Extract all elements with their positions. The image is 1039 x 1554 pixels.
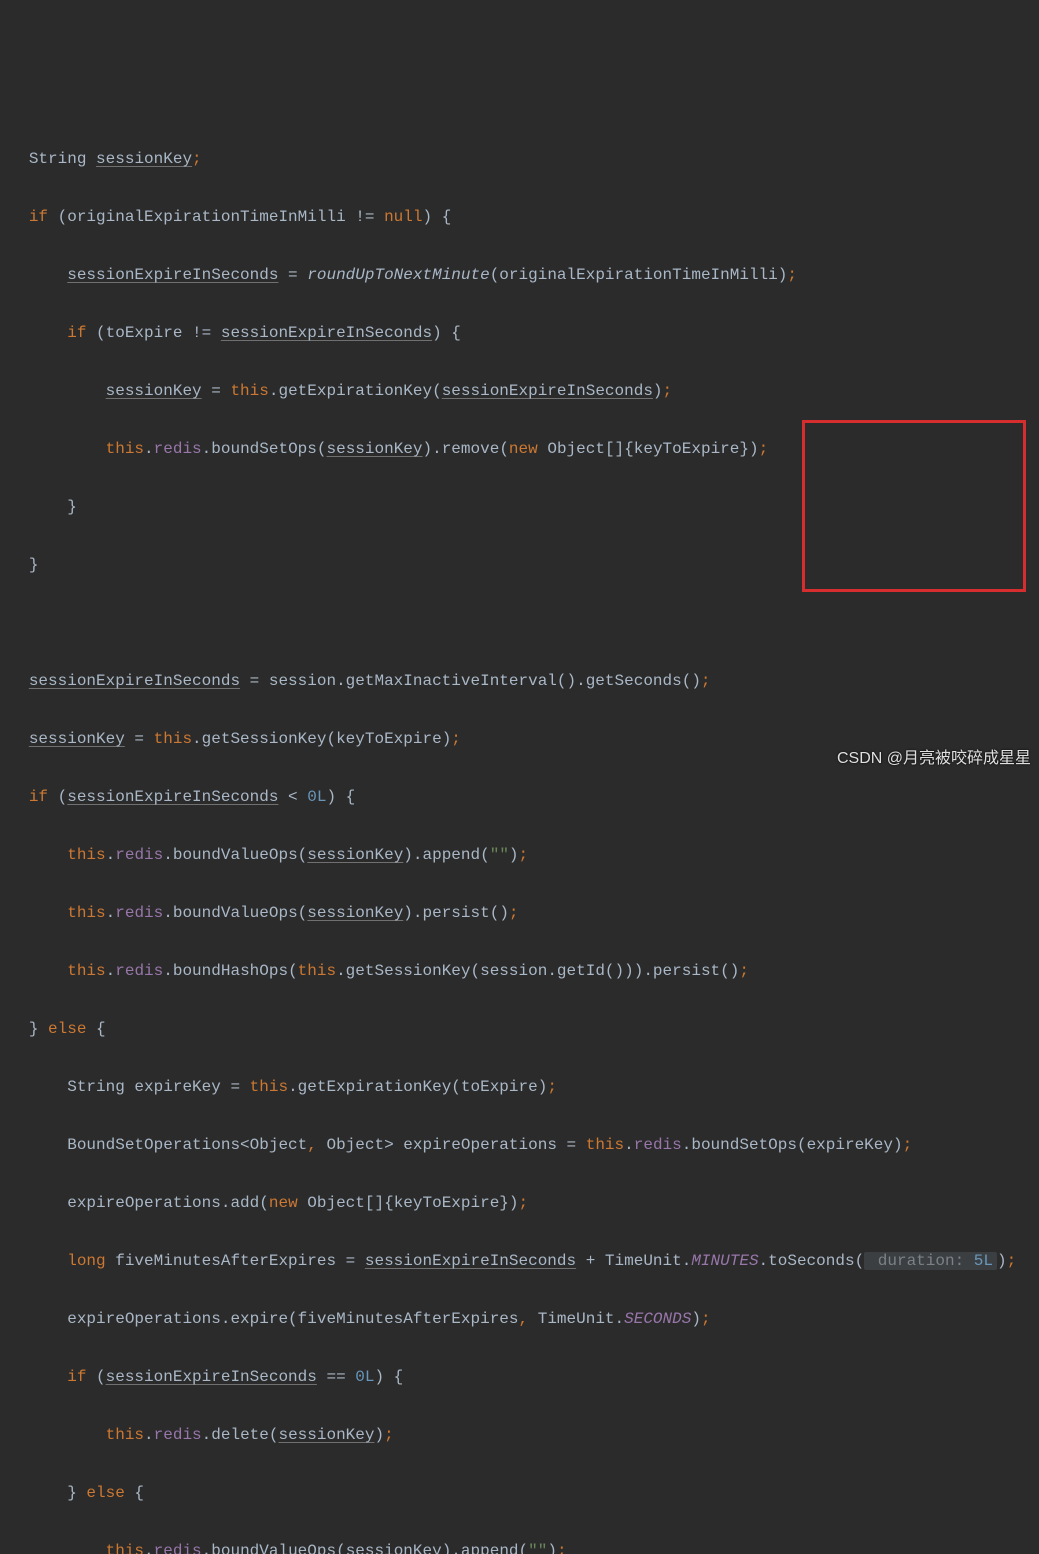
code-line: sessionExpireInSeconds = roundUpToNextMi… — [0, 261, 1039, 290]
variable: sessionKey — [326, 440, 422, 458]
number: 0L — [307, 788, 326, 806]
code-line — [0, 609, 1039, 638]
code-line: sessionExpireInSeconds = session.getMaxI… — [0, 667, 1039, 696]
variable: sessionKey — [307, 904, 403, 922]
code-line: String expireKey = this.getExpirationKey… — [0, 1073, 1039, 1102]
keyword: new — [269, 1194, 298, 1212]
code-line: String sessionKey; — [0, 145, 1039, 174]
variable: sessionExpireInSeconds — [221, 324, 432, 342]
static-field: SECONDS — [624, 1310, 691, 1328]
keyword: this — [586, 1136, 624, 1154]
static-field: MINUTES — [691, 1252, 758, 1270]
code-line: } — [0, 551, 1039, 580]
variable: sessionExpireInSeconds — [365, 1252, 576, 1270]
code-line: this.redis.boundSetOps(sessionKey).remov… — [0, 435, 1039, 464]
variable: sessionKey — [106, 382, 202, 400]
field: redis — [115, 846, 163, 864]
keyword: if — [67, 324, 86, 342]
keyword: if — [67, 1368, 86, 1386]
variable: sessionKey — [29, 730, 125, 748]
code-line: this.redis.boundHashOps(this.getSessionK… — [0, 957, 1039, 986]
variable: sessionKey — [346, 1542, 442, 1554]
code-line: expireOperations.add(new Object[]{keyToE… — [0, 1189, 1039, 1218]
variable: sessionKey — [307, 846, 403, 864]
watermark: CSDN @月亮被咬碎成星星 — [837, 744, 1031, 773]
code-line: sessionKey = this.getExpirationKey(sessi… — [0, 377, 1039, 406]
keyword: if — [29, 788, 48, 806]
variable: sessionExpireInSeconds — [67, 788, 278, 806]
field: redis — [115, 962, 163, 980]
keyword: if — [29, 208, 48, 226]
code-line: } else { — [0, 1479, 1039, 1508]
variable: sessionKey — [278, 1426, 374, 1444]
code-line: } — [0, 493, 1039, 522]
number: 0L — [355, 1368, 374, 1386]
variable: sessionExpireInSeconds — [67, 266, 278, 284]
code-line: this.redis.boundValueOps(sessionKey).per… — [0, 899, 1039, 928]
keyword: this — [106, 1542, 144, 1554]
keyword: null — [384, 208, 422, 226]
code-editor[interactable]: String sessionKey; if (originalExpiratio… — [0, 116, 1039, 1554]
keyword: this — [67, 904, 105, 922]
code-line: this.redis.delete(sessionKey); — [0, 1421, 1039, 1450]
keyword: this — [106, 440, 144, 458]
keyword: this — [154, 730, 192, 748]
code-line: this.redis.boundValueOps(sessionKey).app… — [0, 841, 1039, 870]
keyword: this — [67, 846, 105, 864]
keyword: this — [106, 1426, 144, 1444]
field: redis — [154, 440, 202, 458]
variable: sessionKey — [96, 150, 192, 168]
keyword: long — [67, 1252, 105, 1270]
code-line: expireOperations.expire(fiveMinutesAfter… — [0, 1305, 1039, 1334]
code-line: if (toExpire != sessionExpireInSeconds) … — [0, 319, 1039, 348]
keyword: this — [298, 962, 336, 980]
variable: sessionExpireInSeconds — [106, 1368, 317, 1386]
variable: sessionExpireInSeconds — [442, 382, 653, 400]
field: redis — [115, 904, 163, 922]
keyword: this — [67, 962, 105, 980]
keyword: else — [48, 1020, 86, 1038]
string: "" — [528, 1542, 547, 1554]
keyword: new — [509, 440, 538, 458]
code-line: long fiveMinutesAfterExpires = sessionEx… — [0, 1247, 1039, 1276]
parameter-hint: duration: 5L — [864, 1252, 997, 1270]
static-method: roundUpToNextMinute — [307, 266, 489, 284]
code-line: if (sessionExpireInSeconds == 0L) { — [0, 1363, 1039, 1392]
keyword: else — [86, 1484, 124, 1502]
code-line: BoundSetOperations<Object, Object> expir… — [0, 1131, 1039, 1160]
keyword: this — [250, 1078, 288, 1096]
code-line: this.redis.boundValueOps(sessionKey).app… — [0, 1537, 1039, 1554]
field: redis — [634, 1136, 682, 1154]
field: redis — [154, 1426, 202, 1444]
variable: sessionExpireInSeconds — [29, 672, 240, 690]
code-line: } else { — [0, 1015, 1039, 1044]
code-line: if (sessionExpireInSeconds < 0L) { — [0, 783, 1039, 812]
string: "" — [490, 846, 509, 864]
code-line: if (originalExpirationTimeInMilli != nul… — [0, 203, 1039, 232]
keyword: this — [230, 382, 268, 400]
field: redis — [154, 1542, 202, 1554]
